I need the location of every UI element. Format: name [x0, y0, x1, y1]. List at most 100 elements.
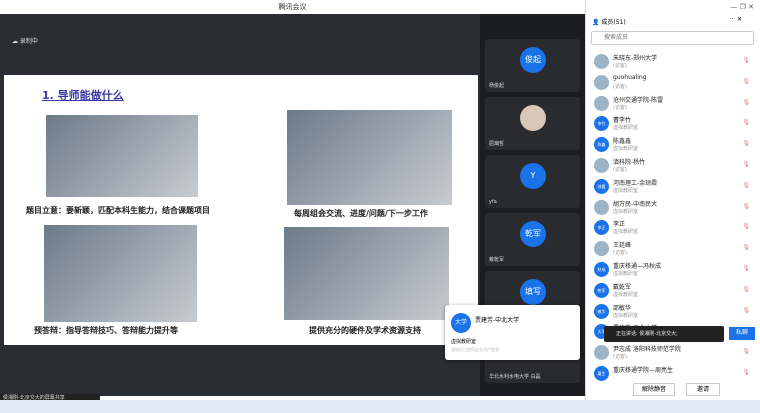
member-name: 李正 [613, 221, 626, 229]
member-list-item[interactable]: 秋成 重庆移通—冯秋成 虚拟教研室 🎙 [594, 261, 754, 281]
avatar [594, 74, 609, 90]
window-title: 腾讯会议 [0, 0, 585, 14]
mic-muted-icon[interactable]: 🎙 [742, 140, 750, 147]
member-name: guohualing [613, 73, 647, 81]
member-name: 曹李竹 [613, 117, 632, 125]
slide-image [284, 227, 449, 320]
member-list-item[interactable]: 敏华 邵敏华 虚拟教研室 🎙 [594, 303, 754, 323]
avatar [594, 95, 609, 111]
member-role: 虚拟教研室 [613, 208, 639, 215]
member-name: 朱晓东-郑州大学 [613, 55, 658, 62]
mic-muted-icon[interactable]: 🎙 [742, 161, 750, 168]
member-name: 沧州交通学院-陈雷 [613, 96, 664, 104]
member-name: 陈鑫鑫 [613, 138, 632, 146]
member-role: 虚拟教研室 [613, 229, 639, 236]
avatar: 嘉生 [594, 366, 609, 381]
member-name: 河南理工-余琼霞 [613, 179, 658, 187]
mic-muted-icon[interactable]: 🎙 [742, 99, 750, 106]
mic-muted-icon[interactable]: 🎙 [742, 286, 750, 293]
member-role: 虚拟教研室 [613, 271, 639, 277]
slide-caption: 题目立意：要新颖，匹配本科生能力，结合课题项目 [26, 206, 210, 215]
video-tile[interactable]: 屈瀚哲 [485, 97, 580, 150]
member-role: 虚拟教研室 [613, 125, 639, 132]
private-chat-button[interactable]: 私聊 [729, 327, 755, 340]
member-name: 王廷峰 [613, 242, 632, 250]
speaking-toast: 正在讲话: 侯湘刚-北京交大; [604, 326, 724, 342]
member-role: (访客) [613, 104, 627, 111]
mic-muted-icon[interactable]: 🎙 [742, 182, 750, 189]
video-tile[interactable]: 俊起杨俊起 [485, 39, 580, 92]
member-list-item[interactable]: 李正 李正 虚拟教研室 🎙 [594, 219, 754, 239]
invite-button[interactable]: 邀请 [686, 383, 720, 396]
member-role: (访客) [613, 167, 627, 173]
member-name: 戴乾军 [613, 283, 632, 291]
member-info-card: 大学 贾建芳-中北大学 虚拟教研室 该成员已使用企业用户登录 [445, 305, 580, 360]
member-role: 虚拟教研室 [613, 187, 639, 194]
slide-caption: 预答辩：指导答辩技巧、答辩能力提升等 [34, 326, 178, 335]
cloud-icon: ☁ [12, 38, 20, 45]
member-role: (访客) [613, 63, 627, 69]
member-role: 虚拟教研室 [613, 312, 639, 319]
video-tile[interactable]: Yyfa [485, 155, 580, 208]
avatar [594, 199, 609, 215]
slide-caption: 提供充分的硬件及学术资源支持 [309, 326, 421, 335]
mic-muted-icon[interactable]: 🎙 [742, 369, 750, 376]
member-list-item[interactable]: 王廷峰 (访客) 🎙 [594, 240, 754, 260]
video-tile[interactable]: 乾军 戴乾军 [485, 213, 580, 266]
mic-muted-icon[interactable]: 🎙 [742, 57, 750, 64]
mic-muted-icon[interactable]: 🎙 [742, 203, 750, 210]
member-list-item[interactable]: 沧州交通学院-陈雷 (访客) 🎙 [594, 95, 754, 115]
avatar [594, 54, 609, 69]
mic-muted-icon[interactable]: 🎙 [742, 348, 750, 355]
avatar: 秋成 [594, 262, 609, 277]
participant-name: 屈瀚哲 [489, 141, 505, 147]
member-list-item[interactable]: 朱晓东-郑州大学 (访客) 🎙 [594, 53, 754, 73]
slide-image [287, 110, 452, 205]
member-list-item[interactable]: 琼霞 河南理工-余琼霞 虚拟教研室 🎙 [594, 178, 754, 198]
mic-muted-icon[interactable]: 🎙 [742, 307, 750, 314]
avatar: 乾军 [594, 282, 609, 298]
member-name: 尹志成 洛阳科技师范学院 [613, 346, 681, 354]
slide-caption: 每周组会交流、进度/问题/下一步工作 [294, 209, 428, 218]
avatar [520, 105, 546, 131]
window-controls[interactable]: — ❐ ✕ [730, 3, 754, 11]
member-list-item[interactable]: 李竹 曹李竹 虚拟教研室 🎙 [594, 115, 754, 135]
member-list-item[interactable]: guohualing (访客) 🎙 [594, 74, 754, 94]
member-list-item[interactable]: 陈鑫 陈鑫鑫 虚拟教研室 🎙 [594, 136, 754, 156]
member-list-item[interactable]: 嘉生 重庆移通学院—周亮生 🎙 [594, 365, 754, 385]
mic-muted-icon[interactable]: 🎙 [742, 223, 750, 230]
avatar [594, 345, 609, 361]
recording-indicator[interactable]: ☁ 录制中 [12, 36, 38, 45]
member-list-item[interactable]: 尹志成 洛阳科技师范学院 (访客) 🎙 [594, 344, 754, 364]
panel-close-button[interactable]: ··· ✕ [729, 16, 742, 23]
member-search-input[interactable] [591, 31, 754, 45]
member-list-item[interactable]: 滇科院-杨竹 (访客) 🎙 [594, 157, 754, 177]
member-name: 重庆移通学院—周亮生 [613, 367, 674, 374]
member-list-item[interactable]: 乾军 戴乾军 虚拟教研室 🎙 [594, 282, 754, 302]
avatar: 填写 [520, 279, 546, 305]
avatar: 俊起 [520, 47, 546, 73]
slide-title: 1. 导师能做什么 [42, 89, 124, 102]
avatar: 李正 [594, 220, 609, 236]
member-name: 重庆移通—冯秋成 [613, 263, 662, 270]
mic-muted-icon[interactable]: 🎙 [742, 265, 750, 272]
slide-image [46, 115, 198, 197]
members-panel: — ❐ ✕ 👤 成员(51) ··· ✕ 朱晓东-郑州大学(访客)🎙guohua… [585, 0, 760, 400]
mic-muted-icon[interactable]: 🎙 [742, 119, 750, 126]
participant-name: 杨俊起 [489, 83, 505, 89]
avatar: 琼霞 [594, 178, 609, 194]
participant-name: 戴乾军 [489, 257, 505, 263]
avatar: 陈鑫 [594, 137, 609, 153]
unmute-all-button[interactable]: 解除静音 [633, 383, 675, 396]
avatar [594, 158, 609, 173]
avatar: Y [520, 163, 546, 189]
participant-name: yfa [489, 199, 497, 205]
mic-muted-icon[interactable]: 🎙 [742, 78, 750, 85]
panel-title: 👤 成员(51) [592, 19, 626, 26]
member-name: 滇科院-杨竹 [613, 159, 646, 166]
card-room: 虚拟教研室 [451, 339, 477, 345]
mic-muted-icon[interactable]: 🎙 [742, 244, 750, 251]
avatar: 敏华 [594, 303, 609, 319]
member-list-item[interactable]: 胡万民-中南民大 虚拟教研室 🎙 [594, 199, 754, 219]
avatar [594, 241, 609, 257]
